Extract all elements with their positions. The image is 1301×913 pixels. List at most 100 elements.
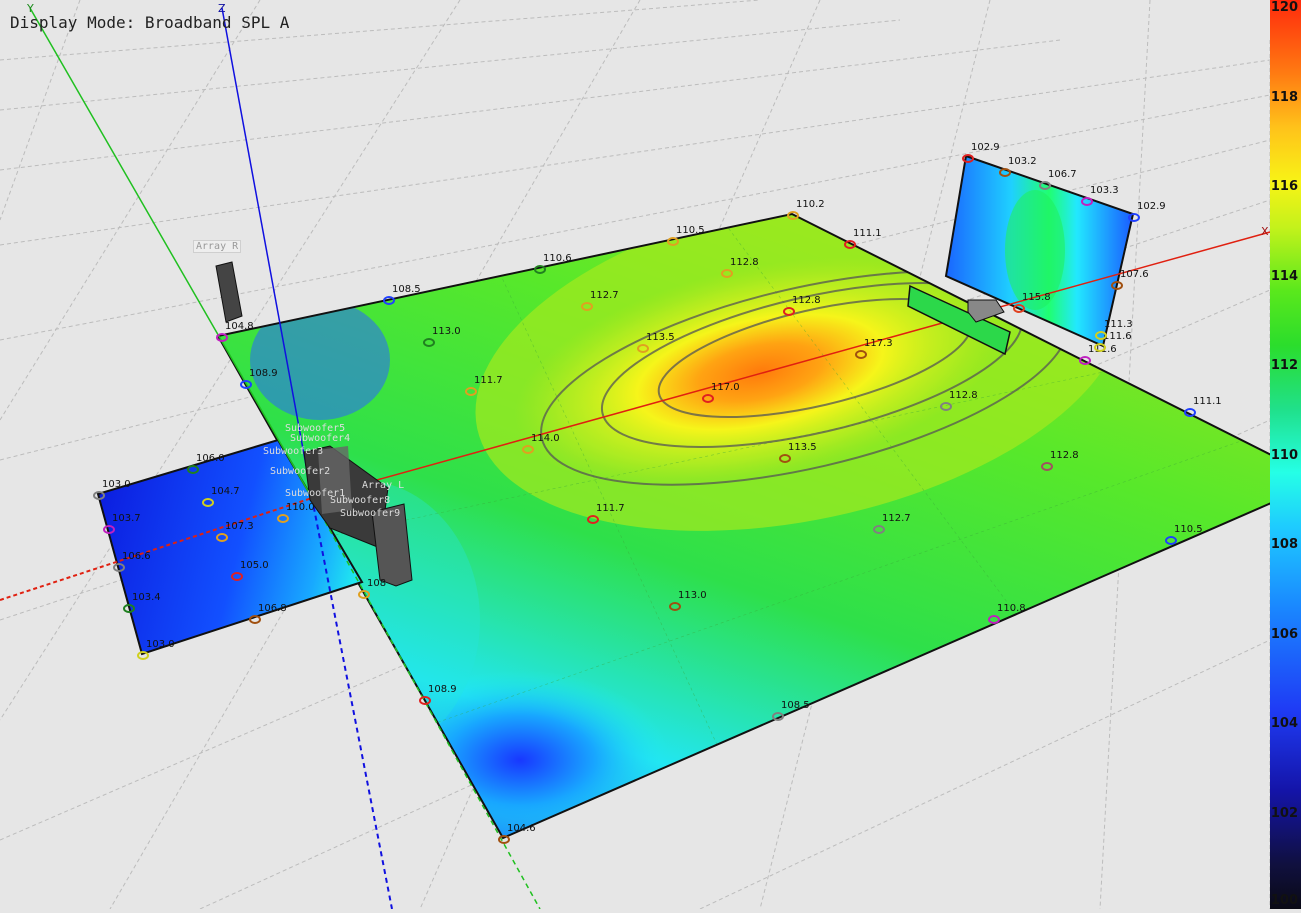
main-reading-value: 110.6 [543, 253, 572, 264]
main-reading-marker[interactable] [637, 344, 649, 353]
main-reading-marker[interactable] [772, 712, 784, 721]
main-reading-marker[interactable] [855, 350, 867, 359]
right-reading-marker[interactable] [1094, 343, 1106, 352]
right-reading-marker[interactable] [1095, 331, 1107, 340]
main-reading-value: 104.6 [507, 823, 536, 834]
left-reading-value: 106.6 [122, 551, 151, 562]
display-mode-label: Display Mode: Broadband SPL A [10, 13, 290, 32]
left-reading-marker[interactable] [123, 604, 135, 613]
array-r-label[interactable]: Array R [193, 240, 242, 253]
3d-viewport[interactable]: Display Mode: Broadband SPL A Y Z X Arra… [0, 0, 1301, 910]
main-reading-marker[interactable] [465, 387, 477, 396]
main-reading-marker[interactable] [534, 265, 546, 274]
main-reading-marker[interactable] [383, 296, 395, 305]
scale-tick-label: 106 [1270, 626, 1298, 642]
sub3-label[interactable]: Subwoofer3 [263, 446, 323, 457]
sub9-label[interactable]: Subwoofer9 [340, 508, 400, 519]
right-reading-marker[interactable] [1128, 213, 1140, 222]
main-reading-marker[interactable] [423, 338, 435, 347]
main-reading-value: 110.0 [286, 502, 315, 513]
main-reading-marker[interactable] [667, 237, 679, 246]
left-reading-marker[interactable] [216, 533, 228, 542]
left-reading-marker[interactable] [103, 525, 115, 534]
sub2-label[interactable]: Subwoofer2 [270, 466, 330, 477]
axis-z-label: Z [218, 2, 226, 15]
main-reading-value: 111.7 [596, 503, 625, 514]
main-reading-marker[interactable] [1013, 304, 1025, 313]
main-reading-marker[interactable] [779, 454, 791, 463]
main-reading-marker[interactable] [277, 514, 289, 523]
main-reading-value: 112.7 [882, 513, 911, 524]
main-reading-value: 113.0 [432, 326, 461, 337]
left-reading-marker[interactable] [231, 572, 243, 581]
main-reading-marker[interactable] [988, 615, 1000, 624]
main-reading-value: 108.9 [249, 368, 278, 379]
left-reading-marker[interactable] [113, 563, 125, 572]
left-reading-value: 103.0 [102, 479, 131, 490]
left-reading-marker[interactable] [93, 491, 105, 500]
main-reading-marker[interactable] [1041, 462, 1053, 471]
main-reading-marker[interactable] [581, 302, 593, 311]
main-reading-marker[interactable] [522, 445, 534, 454]
main-reading-marker[interactable] [787, 211, 799, 220]
right-reading-value: 106.7 [1048, 169, 1077, 180]
main-reading-value: 113.5 [788, 442, 817, 453]
left-reading-marker[interactable] [187, 465, 199, 474]
main-reading-value: 112.8 [949, 390, 978, 401]
main-reading-marker[interactable] [419, 696, 431, 705]
main-reading-marker[interactable] [844, 240, 856, 249]
axis-y-label: Y [27, 2, 34, 15]
main-reading-value: 112.8 [730, 257, 759, 268]
main-reading-marker[interactable] [216, 333, 228, 342]
main-reading-value: 110.5 [1174, 524, 1203, 535]
right-reading-marker[interactable] [1111, 281, 1123, 290]
right-reading-value: 102.9 [971, 142, 1000, 153]
main-reading-marker[interactable] [940, 402, 952, 411]
right-reading-value: 103.3 [1090, 185, 1119, 196]
main-reading-value: 108.5 [781, 700, 810, 711]
main-reading-value: 110.2 [796, 199, 825, 210]
main-reading-marker[interactable] [721, 269, 733, 278]
main-reading-value: 115.8 [1022, 292, 1051, 303]
right-reading-marker[interactable] [999, 168, 1011, 177]
main-reading-marker[interactable] [873, 525, 885, 534]
left-reading-marker[interactable] [137, 651, 149, 660]
main-reading-marker[interactable] [702, 394, 714, 403]
right-reading-value: 102.9 [1137, 201, 1166, 212]
scale-tick-label: 108 [1270, 537, 1298, 552]
scale-tick-label: 112 [1270, 358, 1298, 373]
left-reading-value: 106.0 [196, 453, 225, 464]
main-reading-marker[interactable] [1079, 356, 1091, 365]
main-reading-marker[interactable] [498, 835, 510, 844]
scale-tick-label: 102 [1270, 805, 1298, 821]
sub4-label[interactable]: Subwoofer4 [290, 433, 350, 444]
main-reading-value: 113.5 [646, 332, 675, 343]
main-reading-value: 112.8 [792, 295, 821, 306]
main-reading-value: 108 [367, 578, 387, 589]
main-reading-marker[interactable] [1184, 408, 1196, 417]
main-reading-marker[interactable] [240, 380, 252, 389]
main-reading-marker[interactable] [1165, 536, 1177, 545]
left-reading-value: 107.3 [225, 521, 254, 532]
main-reading-value: 114.0 [531, 433, 560, 444]
left-reading-marker[interactable] [249, 615, 261, 624]
main-reading-marker[interactable] [358, 590, 370, 599]
main-reading-value: 111.1 [853, 228, 882, 239]
sub8-label[interactable]: Subwoofer8 [330, 495, 390, 506]
right-reading-marker[interactable] [1081, 197, 1093, 206]
array-l-label[interactable]: Array L [362, 480, 404, 491]
main-reading-marker[interactable] [669, 602, 681, 611]
right-reading-value: 107.6 [1120, 269, 1149, 280]
left-reading-value: 103.0 [146, 639, 175, 650]
main-reading-value: 117.3 [864, 338, 893, 349]
right-reading-marker[interactable] [1039, 181, 1051, 190]
scale-tick-label: 100 [1270, 893, 1298, 908]
main-reading-marker[interactable] [587, 515, 599, 524]
left-reading-marker[interactable] [202, 498, 214, 507]
axis-x-label: X [1261, 225, 1269, 238]
main-reading-marker[interactable] [783, 307, 795, 316]
left-reading-value: 103.4 [132, 592, 161, 603]
right-reading-marker[interactable] [962, 154, 974, 163]
left-reading-value: 106.8 [258, 603, 287, 614]
array-r-speaker[interactable] [215, 261, 243, 323]
